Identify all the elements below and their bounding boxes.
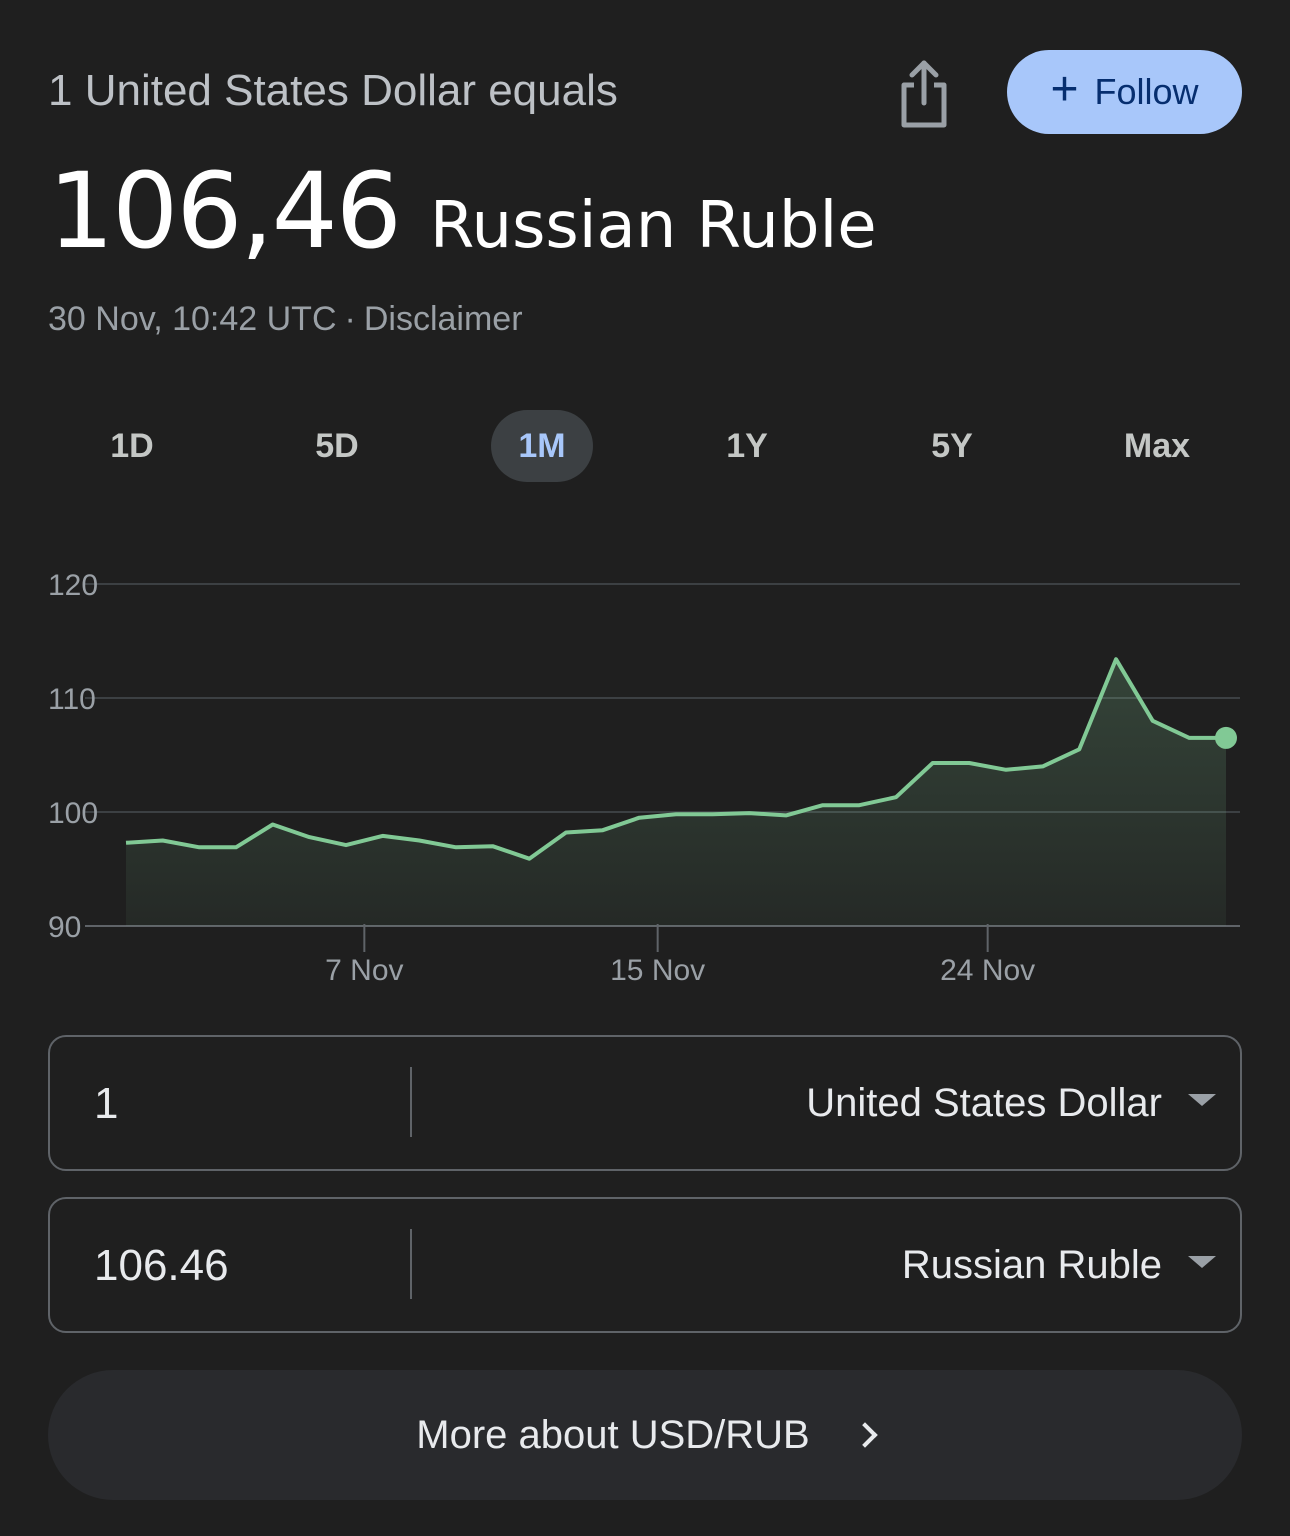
range-tab-1m[interactable]: 1M — [491, 410, 593, 482]
range-tabs: 1D 5D 1M 1Y 5Y Max — [30, 410, 1260, 482]
converter-divider — [410, 1229, 412, 1299]
converter-to: Russian Ruble — [48, 1197, 1242, 1333]
from-amount-input[interactable] — [92, 1037, 396, 1171]
exchange-rate: 106,46 Russian Ruble — [48, 150, 877, 272]
plus-icon: + — [1050, 63, 1079, 116]
more-about-label: More about USD/RUB — [416, 1412, 810, 1457]
more-about-button[interactable]: More about USD/RUB — [48, 1370, 1242, 1500]
y-tick-label: 110 — [48, 683, 96, 716]
timestamp: 30 Nov, 10:42 UTC — [48, 300, 337, 338]
conversion-header-label: 1 United States Dollar equals — [48, 66, 618, 115]
range-tab-5y[interactable]: 5Y — [901, 410, 1003, 482]
follow-button[interactable]: + Follow — [1007, 50, 1242, 134]
chart-x-axis: 7 Nov 15 Nov 24 Nov — [325, 924, 1035, 987]
range-tab-1y[interactable]: 1Y — [696, 410, 798, 482]
caret-down-icon — [1188, 1256, 1216, 1268]
converter-divider — [410, 1067, 412, 1137]
converter-from: United States Dollar — [48, 1035, 1242, 1171]
range-tab-1d[interactable]: 1D — [81, 410, 183, 482]
x-tick-label: 24 Nov — [940, 954, 1035, 987]
separator: · — [344, 300, 356, 338]
area-fill — [126, 659, 1226, 926]
timestamp-line: 30 Nov, 10:42 UTC · Disclaimer — [48, 300, 523, 339]
range-tab-5d[interactable]: 5D — [286, 410, 388, 482]
follow-label: Follow — [1094, 71, 1199, 112]
range-tab-max[interactable]: Max — [1106, 410, 1208, 482]
rate-currency: Russian Ruble — [429, 189, 877, 263]
to-currency-label: Russian Ruble — [901, 1242, 1162, 1287]
rate-value: 106,46 — [48, 150, 402, 272]
from-currency-select[interactable]: United States Dollar — [806, 1037, 1216, 1169]
caret-down-icon — [1188, 1094, 1216, 1106]
price-chart[interactable]: 120 110 100 90 7 Nov 15 Nov 24 Nov — [0, 540, 1290, 1010]
x-tick-label: 7 Nov — [325, 954, 403, 987]
share-button[interactable] — [886, 52, 962, 136]
disclaimer-link[interactable]: Disclaimer — [364, 300, 523, 338]
current-value-dot — [1215, 726, 1237, 749]
x-tick-label: 15 Nov — [610, 954, 705, 987]
share-icon — [901, 60, 947, 128]
from-currency-label: United States Dollar — [806, 1080, 1162, 1125]
y-tick-label: 120 — [48, 569, 98, 602]
to-amount-input[interactable] — [92, 1199, 396, 1333]
price-chart-svg: 120 110 100 90 7 Nov 15 Nov 24 Nov — [48, 569, 1240, 987]
y-tick-label: 100 — [48, 797, 98, 830]
y-tick-label: 90 — [48, 911, 81, 944]
chart-area — [125, 657, 1237, 926]
chevron-right-icon — [852, 1422, 878, 1448]
to-currency-select[interactable]: Russian Ruble — [902, 1199, 1216, 1331]
